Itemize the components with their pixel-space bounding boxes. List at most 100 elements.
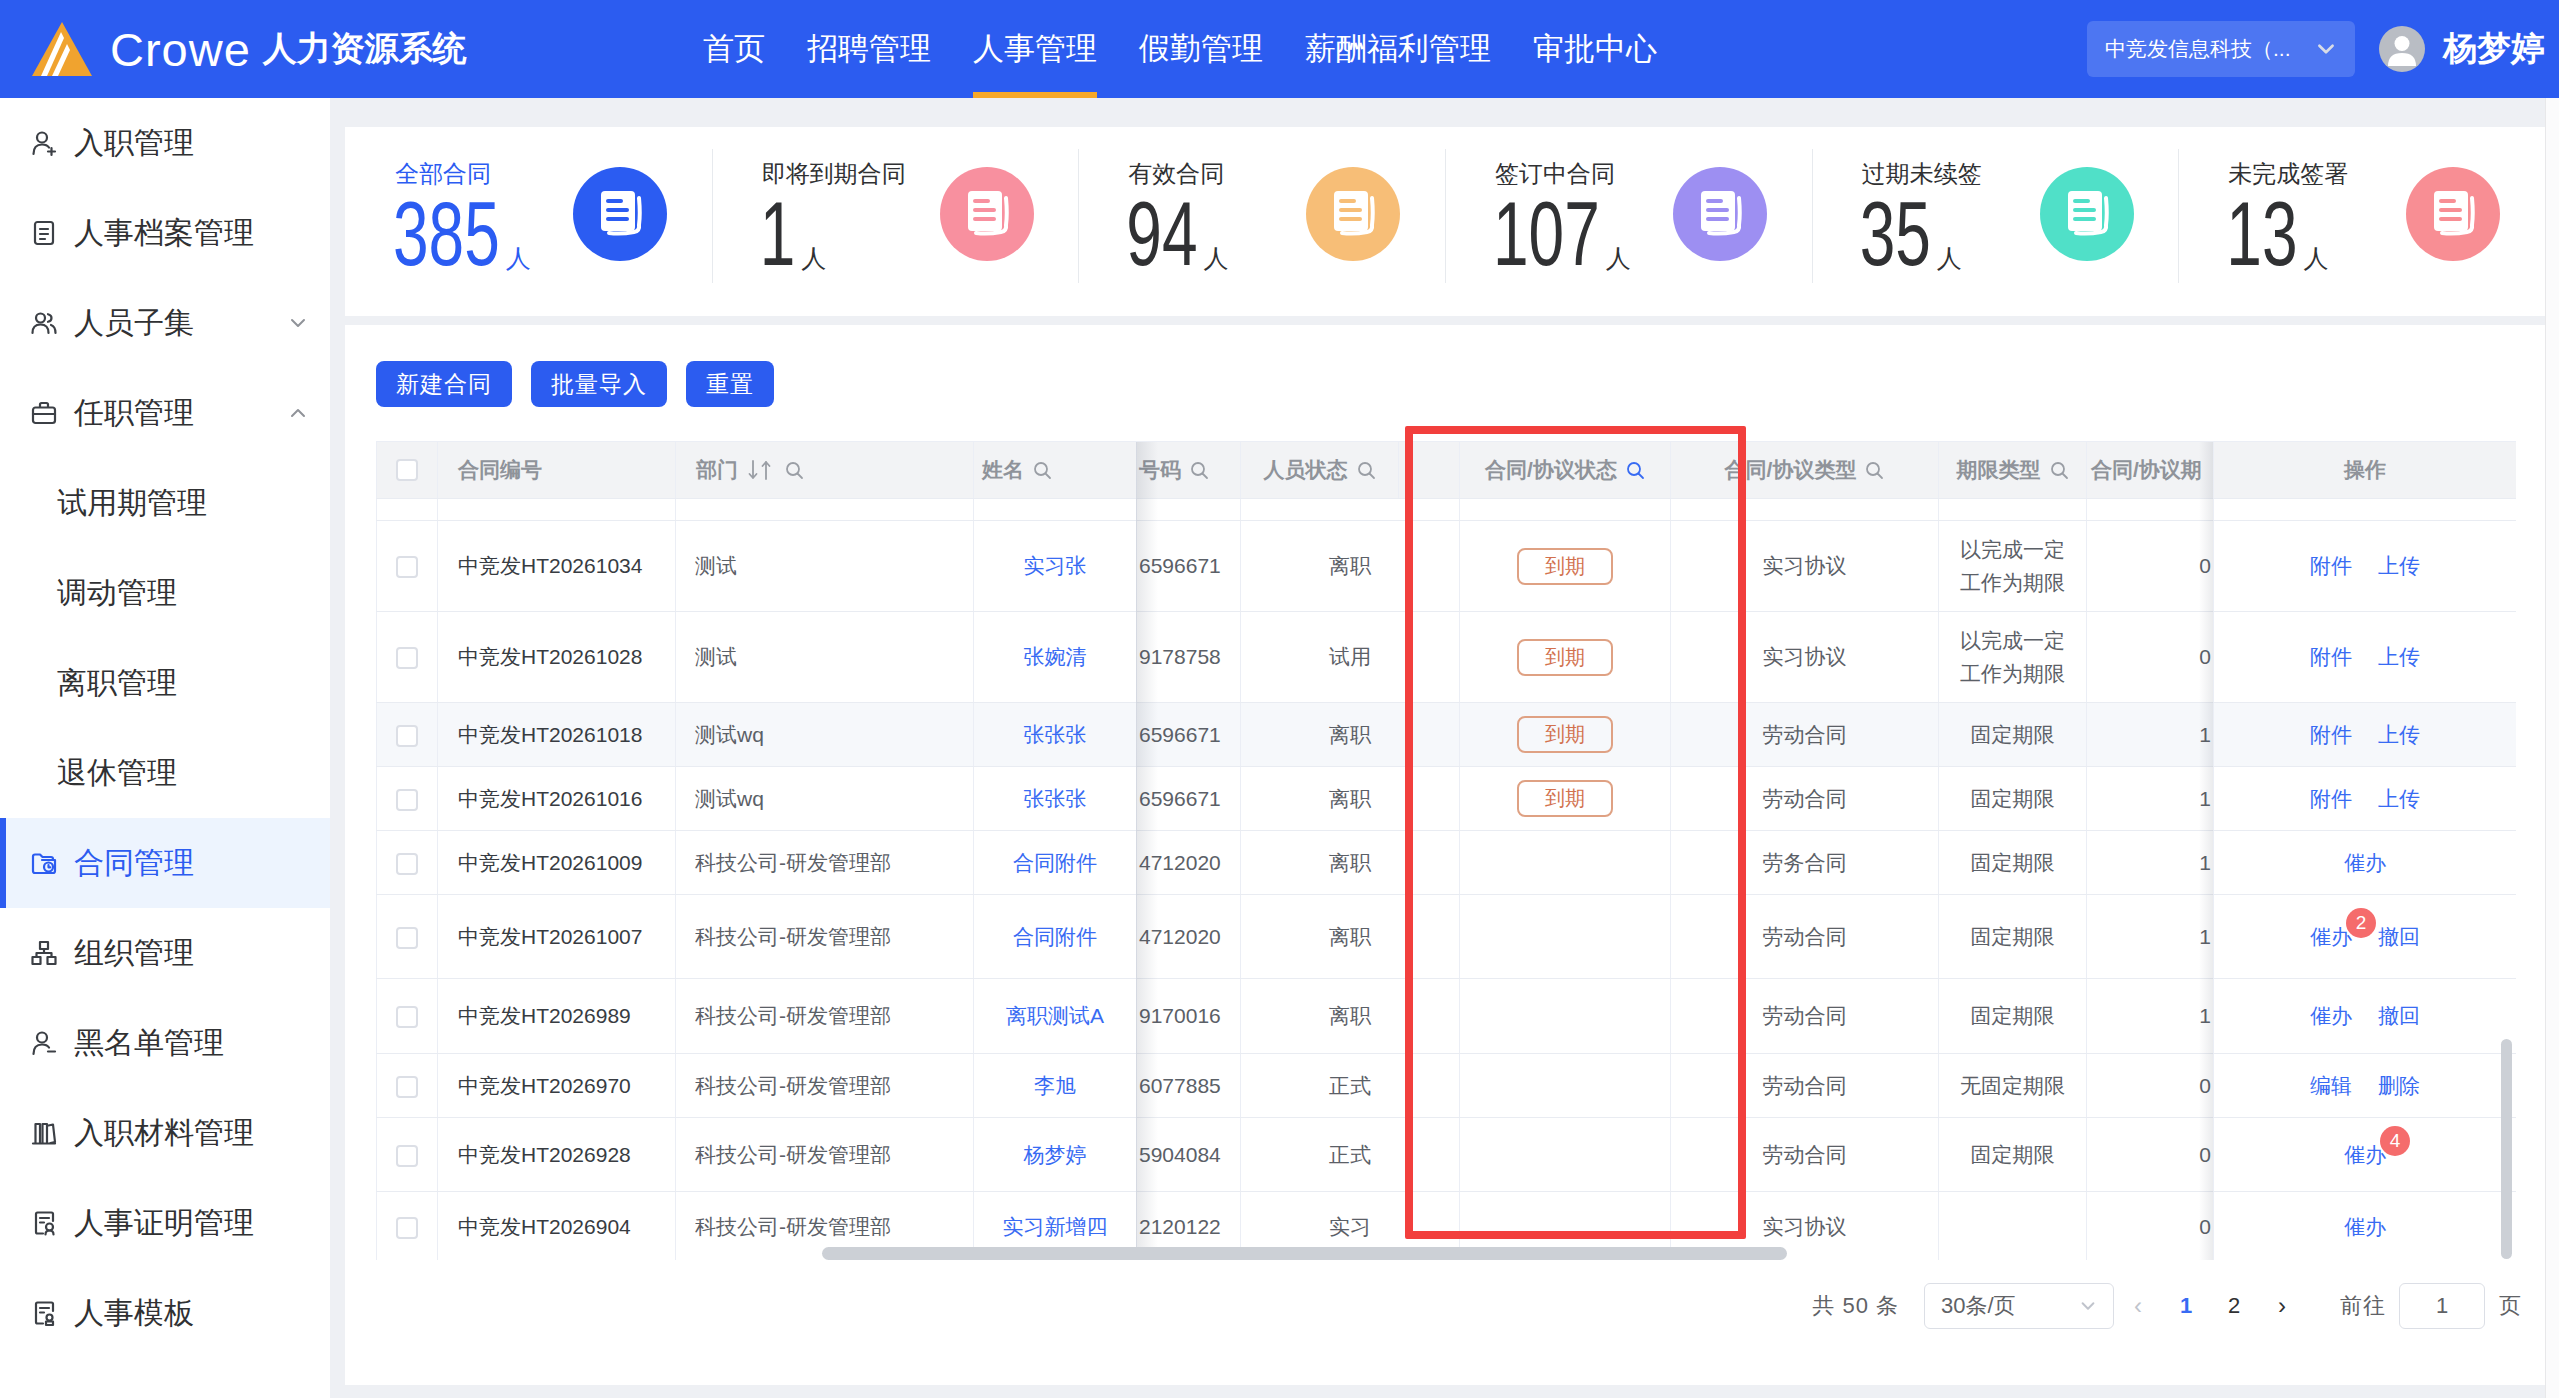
row-checkbox[interactable]: [396, 556, 418, 578]
vertical-scrollbar-thumb[interactable]: [2501, 1039, 2512, 1259]
row-checkbox[interactable]: [396, 1006, 418, 1028]
sidebar-item-人事模板[interactable]: 人事模板: [0, 1268, 330, 1358]
sort-icon[interactable]: [746, 459, 776, 481]
row-checkbox[interactable]: [396, 647, 418, 669]
search-icon[interactable]: [784, 460, 804, 480]
horizontal-scrollbar-thumb[interactable]: [822, 1247, 1787, 1260]
sidebar-item-人事证明管理[interactable]: 人事证明管理: [0, 1178, 330, 1268]
row-checkbox[interactable]: [396, 1076, 418, 1098]
nav-item-审批中心[interactable]: 审批中心: [1512, 0, 1678, 98]
op-附件-link[interactable]: 附件: [2310, 787, 2352, 810]
search-icon[interactable]: [1864, 460, 1884, 480]
search-icon[interactable]: [1356, 460, 1376, 480]
op-上传-link[interactable]: 上传: [2378, 723, 2420, 746]
nav-item-薪酬福利管理[interactable]: 薪酬福利管理: [1284, 0, 1512, 98]
op-催办-link[interactable]: 催办: [2344, 1215, 2386, 1238]
employee-name-link[interactable]: 张张张: [1024, 723, 1087, 746]
page-scrollbar-gutter[interactable]: [2545, 98, 2559, 1398]
op-催办-link[interactable]: 催办: [2344, 851, 2386, 874]
contract-no: 中竞发HT20261016: [438, 787, 642, 810]
page-number-1[interactable]: 1: [2162, 1293, 2210, 1319]
person-status: 离职: [1329, 1004, 1371, 1027]
contract-no: 中竞发HT2026904: [438, 1215, 631, 1238]
next-page-button[interactable]: ›: [2258, 1292, 2306, 1320]
op-删除-link[interactable]: 删除: [2378, 1074, 2420, 1097]
row-checkbox[interactable]: [396, 789, 418, 811]
employee-name-link[interactable]: 杨梦婷: [1024, 1143, 1087, 1166]
page-size-select[interactable]: 30条/页: [1924, 1283, 2114, 1329]
op-附件-link[interactable]: 附件: [2310, 645, 2352, 668]
page-number-2[interactable]: 2: [2210, 1293, 2258, 1319]
row-checkbox[interactable]: [396, 1145, 418, 1167]
search-icon[interactable]: [1189, 460, 1209, 480]
select-all-checkbox[interactable]: [396, 459, 418, 481]
row-checkbox[interactable]: [396, 1217, 418, 1239]
sidebar-subitem-退休管理[interactable]: 退休管理: [0, 728, 330, 818]
cell-term-type: 以完成一定工作为期限: [1939, 612, 2087, 703]
op-附件-link[interactable]: 附件: [2310, 723, 2352, 746]
op-编辑-link[interactable]: 编辑: [2310, 1074, 2352, 1097]
cell-contract-no: 中竞发HT20261018: [438, 703, 676, 767]
cell-department: 科技公司-研发管理部: [676, 895, 974, 979]
column-header-号码[interactable]: 号码: [1137, 442, 1241, 499]
sidebar-item-人员子集[interactable]: 人员子集: [0, 278, 330, 368]
sidebar-subitem-调动管理[interactable]: 调动管理: [0, 548, 330, 638]
nav-item-假勤管理[interactable]: 假勤管理: [1118, 0, 1284, 98]
sidebar-item-任职管理[interactable]: 任职管理: [0, 368, 330, 458]
employee-name-link[interactable]: 合同附件: [1013, 851, 1097, 874]
op-附件-link[interactable]: 附件: [2310, 554, 2352, 577]
批量导入-button[interactable]: 批量导入: [531, 361, 667, 407]
新建合同-button[interactable]: 新建合同: [376, 361, 512, 407]
op-催办-link[interactable]: 催办4: [2344, 1143, 2386, 1166]
重置-button[interactable]: 重置: [686, 361, 774, 407]
avatar[interactable]: [2379, 26, 2425, 72]
sidebar-subitem-离职管理[interactable]: 离职管理: [0, 638, 330, 728]
row-checkbox[interactable]: [396, 853, 418, 875]
op-上传-link[interactable]: 上传: [2378, 554, 2420, 577]
current-user-name[interactable]: 杨梦婷: [2443, 26, 2545, 72]
column-label: 合同/协议期: [2091, 456, 2202, 484]
nav-item-人事管理[interactable]: 人事管理: [952, 0, 1118, 98]
sidebar-item-入职材料管理[interactable]: 入职材料管理: [0, 1088, 330, 1178]
sidebar-subitem-试用期管理[interactable]: 试用期管理: [0, 458, 330, 548]
cell-department: 测试wq: [676, 767, 974, 831]
op-撤回-link[interactable]: 撤回: [2378, 1004, 2420, 1027]
op-上传-link[interactable]: 上传: [2378, 645, 2420, 668]
company-select[interactable]: 中竞发信息科技（...: [2087, 21, 2355, 77]
column-header-合同/协议类型[interactable]: 合同/协议类型: [1671, 442, 1939, 499]
cell-term-value: 1: [2087, 831, 2214, 895]
sidebar-item-组织管理[interactable]: 组织管理: [0, 908, 330, 998]
op-催办-link[interactable]: 催办: [2310, 1004, 2352, 1027]
nav-item-首页[interactable]: 首页: [682, 0, 786, 98]
sidebar-item-合同管理[interactable]: 合同管理: [0, 818, 330, 908]
row-checkbox[interactable]: [396, 927, 418, 949]
column-header-姓名[interactable]: 姓名: [974, 442, 1137, 499]
op-催办-link[interactable]: 催办2: [2310, 925, 2352, 948]
employee-name-link[interactable]: 张张张: [1024, 787, 1087, 810]
column-header-人员状态[interactable]: 人员状态: [1241, 442, 1399, 499]
employee-name-link[interactable]: 实习新增四: [1003, 1215, 1108, 1238]
employee-name-link[interactable]: 张婉清: [1024, 645, 1087, 668]
op-上传-link[interactable]: 上传: [2378, 787, 2420, 810]
employee-name-link[interactable]: 离职测试A: [1006, 1004, 1104, 1027]
employee-name-link[interactable]: 合同附件: [1013, 925, 1097, 948]
employee-name-link[interactable]: 实习张: [1024, 554, 1087, 577]
prev-page-button[interactable]: ‹: [2114, 1292, 2162, 1320]
search-icon[interactable]: [2049, 460, 2069, 480]
search-icon[interactable]: [1625, 460, 1645, 480]
search-icon[interactable]: [1032, 460, 1052, 480]
column-header-期限类型[interactable]: 期限类型: [1939, 442, 2087, 499]
column-header-合同/协议状态[interactable]: 合同/协议状态: [1460, 442, 1671, 499]
sidebar-item-黑名单管理[interactable]: 黑名单管理: [0, 998, 330, 1088]
employee-name-link[interactable]: 李旭: [1034, 1074, 1076, 1097]
op-撤回-link[interactable]: 撤回: [2378, 925, 2420, 948]
notification-badge: 4: [2380, 1126, 2410, 1156]
column-header-部门[interactable]: 部门: [676, 442, 974, 499]
goto-page-input[interactable]: 1: [2399, 1283, 2485, 1329]
nav-item-招聘管理[interactable]: 招聘管理: [786, 0, 952, 98]
department: 测试: [676, 554, 737, 577]
row-checkbox[interactable]: [396, 725, 418, 747]
sidebar-item-入职管理[interactable]: 入职管理: [0, 98, 330, 188]
sidebar-item-icon: [30, 129, 58, 157]
sidebar-item-人事档案管理[interactable]: 人事档案管理: [0, 188, 330, 278]
